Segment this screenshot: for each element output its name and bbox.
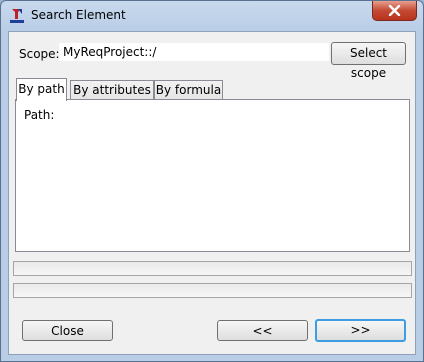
search-element-window: Search Element Scope: Select scope By pa… bbox=[0, 0, 424, 362]
tab-by-attributes[interactable]: By attributes bbox=[70, 80, 154, 100]
app-icon bbox=[10, 9, 24, 23]
window-title: Search Element bbox=[31, 8, 126, 22]
path-label: Path: bbox=[24, 108, 55, 122]
previous-button[interactable]: << bbox=[217, 320, 308, 341]
select-scope-button[interactable]: Select scope bbox=[331, 42, 406, 80]
scope-label: Scope: bbox=[19, 47, 60, 61]
close-icon bbox=[388, 5, 401, 16]
by-path-panel: Path: bbox=[15, 99, 410, 252]
tab-by-path[interactable]: By path bbox=[16, 78, 67, 101]
title-bar: Search Element bbox=[1, 1, 423, 31]
status-bar-1 bbox=[13, 261, 412, 276]
dialog-body: Scope: Select scope By path By attribute… bbox=[8, 31, 416, 355]
status-bar-2 bbox=[13, 283, 412, 298]
close-button[interactable]: Close bbox=[22, 320, 113, 341]
tab-by-formula[interactable]: By formula bbox=[154, 80, 223, 100]
next-button[interactable]: >> bbox=[315, 319, 406, 342]
scope-input[interactable] bbox=[59, 43, 329, 61]
window-close-button[interactable] bbox=[372, 1, 417, 21]
